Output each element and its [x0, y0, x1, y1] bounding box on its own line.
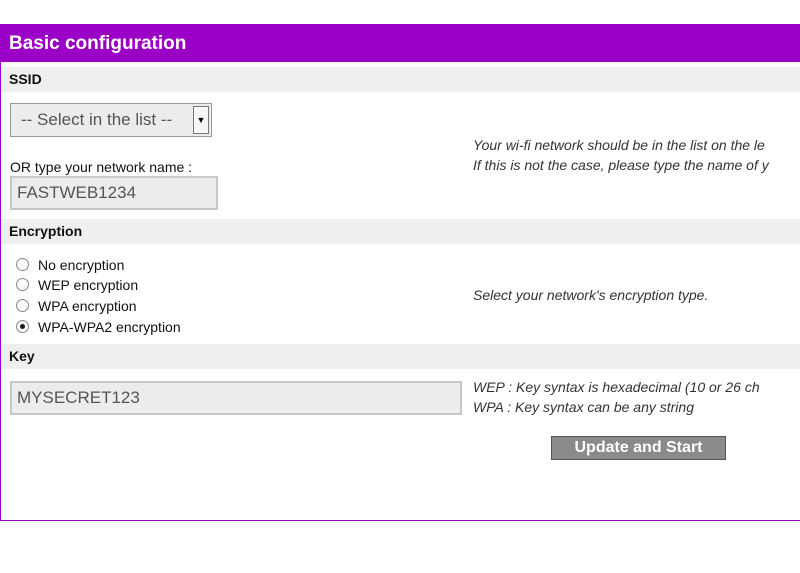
radio-button[interactable] [16, 258, 29, 271]
radio-label: No encryption [38, 257, 125, 273]
ssid-help-line-2: If this is not the case, please type the… [473, 157, 769, 173]
ssid-select-value: -- Select in the list -- [21, 110, 173, 129]
key-heading: Key [1, 344, 800, 369]
panel-title: Basic configuration [1, 25, 800, 62]
radio-label: WPA-WPA2 encryption [38, 319, 181, 335]
ssid-help-line-1: Your wi-fi network should be in the list… [473, 137, 765, 153]
key-help-line-1: WEP : Key syntax is hexadecimal (10 or 2… [473, 379, 760, 395]
ssid-heading: SSID [1, 67, 800, 92]
key-input[interactable]: MYSECRET123 [10, 381, 462, 415]
ssid-help: Your wi-fi network should be in the list… [473, 135, 769, 175]
update-and-start-button[interactable]: Update and Start [551, 436, 726, 460]
basic-configuration-panel: Basic configuration SSID -- Select in th… [0, 24, 800, 521]
network-name-label: OR type your network name : [10, 159, 193, 175]
key-help: WEP : Key syntax is hexadecimal (10 or 2… [473, 377, 760, 417]
radio-button[interactable] [16, 299, 29, 312]
network-name-input[interactable]: FASTWEB1234 [10, 176, 218, 210]
radio-button-selected[interactable] [16, 320, 29, 333]
radio-wpa-wpa2-encryption[interactable]: WPA-WPA2 encryption [16, 317, 181, 337]
key-help-line-2: WPA : Key syntax can be any string [473, 399, 694, 415]
radio-label: WEP encryption [38, 277, 139, 293]
radio-wpa-encryption[interactable]: WPA encryption [16, 296, 137, 316]
ssid-select[interactable]: -- Select in the list -- ▼ [10, 103, 212, 137]
radio-no-encryption[interactable]: No encryption [16, 255, 124, 275]
dropdown-arrow-icon[interactable]: ▼ [193, 106, 209, 134]
radio-label: WPA encryption [38, 298, 137, 314]
encryption-heading: Encryption [1, 219, 800, 244]
radio-button[interactable] [16, 278, 29, 291]
radio-wep-encryption[interactable]: WEP encryption [16, 275, 138, 295]
encryption-help: Select your network's encryption type. [473, 287, 709, 303]
